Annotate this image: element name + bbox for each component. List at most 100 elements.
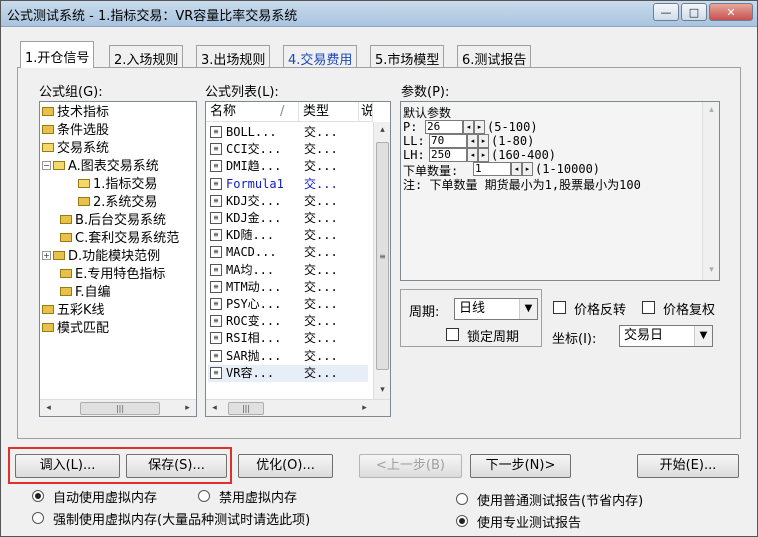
folder-icon [42, 125, 54, 134]
formula-group-tree[interactable]: 技术指标 条件选股 交易系统 − A.图表交易系统 1.指标交易 2.系统交易 B… [39, 101, 197, 417]
tree-item-colored-kline[interactable]: 五彩K线 [42, 302, 105, 320]
axis-select[interactable]: 交易日 ▼ [619, 325, 713, 347]
param-ll-spinner[interactable]: ◂ ▸ [467, 134, 489, 148]
collapse-icon[interactable]: − [42, 161, 51, 170]
tree-item-self-made[interactable]: F.自编 [60, 284, 111, 302]
column-header-name[interactable]: 名称 / [206, 102, 299, 122]
tab-test-report[interactable]: 6.测试报告 [457, 45, 532, 68]
title-bar[interactable]: 公式测试系统 - 1.指标交易：VR容量比率交易系统 — □ ✕ [1, 1, 757, 27]
param-p-spinner[interactable]: ◂ ▸ [463, 120, 485, 134]
pro-report-radio[interactable] [456, 515, 468, 527]
tab-market-model[interactable]: 5.市场模型 [370, 45, 445, 68]
tree-item-special-indicators[interactable]: E.专用特色指标 [60, 266, 165, 284]
scroll-up-icon[interactable]: ▴ [703, 102, 720, 119]
formula-row[interactable]: ≡ VR容... 交... [208, 364, 368, 382]
axis-label: 坐标(I): [552, 332, 597, 347]
chevron-down-icon[interactable]: ▼ [694, 326, 712, 346]
scroll-thumb[interactable]: ||| [80, 402, 160, 415]
no-vm-radio[interactable] [198, 490, 210, 502]
window-controls: — □ ✕ [653, 3, 753, 21]
expand-icon[interactable]: + [42, 251, 51, 260]
optimize-button[interactable]: 优化(O)... [238, 454, 333, 478]
param-qty-input[interactable]: 1 [473, 162, 511, 176]
tree-item-system-trading[interactable]: 2.系统交易 [78, 194, 157, 212]
param-ll-input[interactable]: 70 [429, 134, 467, 148]
load-button[interactable]: 调入(L)... [15, 454, 120, 478]
price-reverse-checkbox[interactable] [553, 301, 566, 314]
no-vm-label: 禁用虚拟内存 [219, 491, 298, 506]
formula-type: 交... [304, 314, 338, 329]
param-lh-input[interactable]: 250 [429, 148, 467, 162]
tree-item-tech-indicators[interactable]: 技术指标 [42, 104, 109, 122]
params-vscrollbar[interactable]: ▴ ▾ [702, 102, 719, 280]
next-step-button[interactable]: 下一步(N)> [470, 454, 571, 478]
period-select[interactable]: 日线 ▼ [454, 298, 538, 320]
formula-type: 交... [304, 365, 338, 380]
list-hscrollbar[interactable]: ◂ ||| ▸ [206, 399, 390, 416]
maximize-icon[interactable]: □ [681, 3, 707, 21]
tree-item-stock-select[interactable]: 条件选股 [42, 122, 109, 140]
scroll-right-icon[interactable]: ▸ [179, 400, 196, 417]
tree-item-trading-system[interactable]: 交易系统 [42, 140, 109, 158]
lock-period-checkbox[interactable] [446, 328, 459, 341]
tree-item-background-trading[interactable]: B.后台交易系统 [60, 212, 166, 230]
tab-exit-rules[interactable]: 3.出场规则 [196, 45, 271, 68]
spin-right-icon[interactable]: ▸ [478, 148, 489, 162]
column-header-type[interactable]: 类型 [299, 102, 359, 122]
tree-item-indicator-trading[interactable]: 1.指标交易 [78, 176, 157, 194]
spin-left-icon[interactable]: ◂ [463, 120, 474, 134]
formula-name: DMI趋... [226, 159, 282, 174]
folder-icon [60, 233, 72, 242]
save-button[interactable]: 保存(S)... [126, 454, 227, 478]
period-label: 周期: [409, 305, 440, 320]
formula-type: 交... [304, 348, 338, 363]
tree-hscrollbar[interactable]: ◂ ||| ▸ [40, 399, 196, 416]
spin-right-icon[interactable]: ▸ [474, 120, 485, 134]
tree-item-chart-trading[interactable]: − A.图表交易系统 [42, 158, 159, 176]
force-vm-radio[interactable] [32, 512, 44, 524]
formula-name: Formula1 [226, 176, 284, 191]
formula-list-label: 公式列表(L): [205, 85, 279, 100]
tab-open-signal[interactable]: 1.开仓信号 [20, 41, 95, 68]
tab-trading-fees[interactable]: 4.交易费用 [283, 45, 358, 68]
auto-vm-radio[interactable] [32, 490, 44, 502]
folder-open-icon [78, 179, 90, 188]
window-title: 公式测试系统 - 1.指标交易：VR容量比率交易系统 [7, 9, 298, 24]
tree-item-function-module[interactable]: + D.功能模块范例 [42, 248, 160, 266]
price-reverse-label: 价格反转 [574, 303, 627, 318]
normal-report-radio[interactable] [456, 493, 468, 505]
spin-left-icon[interactable]: ◂ [467, 134, 478, 148]
price-restore-checkbox[interactable] [642, 301, 655, 314]
folder-open-icon [53, 161, 65, 170]
param-ll-label: LL: [403, 134, 425, 148]
tab-entry-rules[interactable]: 2.入场规则 [109, 45, 184, 68]
param-p-input[interactable]: 26 [425, 120, 463, 134]
formula-type: 交... [304, 142, 338, 157]
scroll-left-icon[interactable]: ◂ [206, 400, 223, 417]
tree-item-arbitrage[interactable]: C.套利交易系统范 [60, 230, 179, 248]
spin-right-icon[interactable]: ▸ [478, 134, 489, 148]
scroll-up-icon[interactable]: ▴ [374, 122, 391, 139]
chevron-down-icon[interactable]: ▼ [519, 299, 537, 319]
spin-left-icon[interactable]: ◂ [511, 162, 522, 176]
folder-icon [60, 287, 72, 296]
scroll-down-icon[interactable]: ▾ [703, 262, 720, 279]
column-header-desc[interactable]: 说 [359, 102, 373, 122]
spin-left-icon[interactable]: ◂ [467, 148, 478, 162]
param-qty-spinner[interactable]: ◂ ▸ [511, 162, 533, 176]
prev-step-button[interactable]: <上一步(B) [359, 454, 462, 478]
tree-item-pattern-match[interactable]: 模式匹配 [42, 320, 109, 338]
scroll-right-icon[interactable]: ▸ [356, 400, 373, 417]
formula-list[interactable]: 名称 / 类型 说 ≡ BOLL... 交... ≡ CCI交... 交... ≡ DMI趋.… [205, 101, 391, 417]
start-button[interactable]: 开始(E)... [637, 454, 739, 478]
scroll-left-icon[interactable]: ◂ [40, 400, 57, 417]
scroll-thumb[interactable]: ||| [228, 402, 264, 415]
scroll-down-icon[interactable]: ▾ [374, 382, 391, 399]
param-lh-spinner[interactable]: ◂ ▸ [467, 148, 489, 162]
spin-right-icon[interactable]: ▸ [522, 162, 533, 176]
close-icon[interactable]: ✕ [709, 3, 753, 21]
minimize-icon[interactable]: — [653, 3, 679, 21]
scroll-thumb[interactable]: ≡ [376, 142, 389, 370]
list-vscrollbar[interactable]: ▴ ≡ ▾ [373, 122, 390, 399]
document-icon: ≡ [210, 280, 222, 293]
